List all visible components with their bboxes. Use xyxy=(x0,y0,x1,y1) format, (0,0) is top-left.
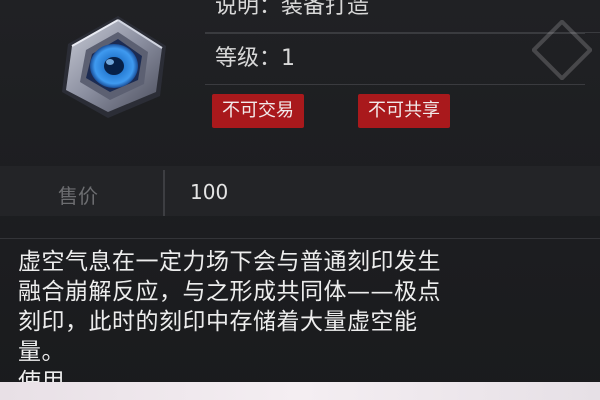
item-description-type: 说明：装备打造 xyxy=(215,0,370,19)
description-line: 量。 xyxy=(18,339,65,365)
description-line: 融合崩解反应，与之形成共同体——极点 xyxy=(18,279,441,305)
tag-unshareable: 不可共享 xyxy=(358,94,450,128)
section-divider xyxy=(0,238,600,239)
tag-untradeable: 不可交易 xyxy=(212,94,304,128)
property-divider-2 xyxy=(205,84,585,85)
item-level: 等级：1 xyxy=(215,46,295,71)
property-divider xyxy=(205,33,585,34)
void-core-device-icon xyxy=(48,4,178,124)
item-description: 虚空气息在一定力场下会与普通刻印发生 融合崩解反应，与之形成共同体——极点 刻印… xyxy=(18,247,588,397)
bottom-overlay xyxy=(0,382,600,400)
price-label: 售价 xyxy=(58,184,98,208)
price-value: 100 xyxy=(190,180,229,204)
description-line: 虚空气息在一定力场下会与普通刻印发生 xyxy=(18,249,441,275)
price-separator xyxy=(163,170,165,216)
item-tooltip-panel: 说明：装备打造 等级：1 不可交易 不可共享 售价 100 虚空气息在一定力场下… xyxy=(0,0,600,400)
description-line: 刻印，此时的刻印中存储着大量虚空能 xyxy=(18,309,418,335)
watermark-icon xyxy=(532,20,592,80)
